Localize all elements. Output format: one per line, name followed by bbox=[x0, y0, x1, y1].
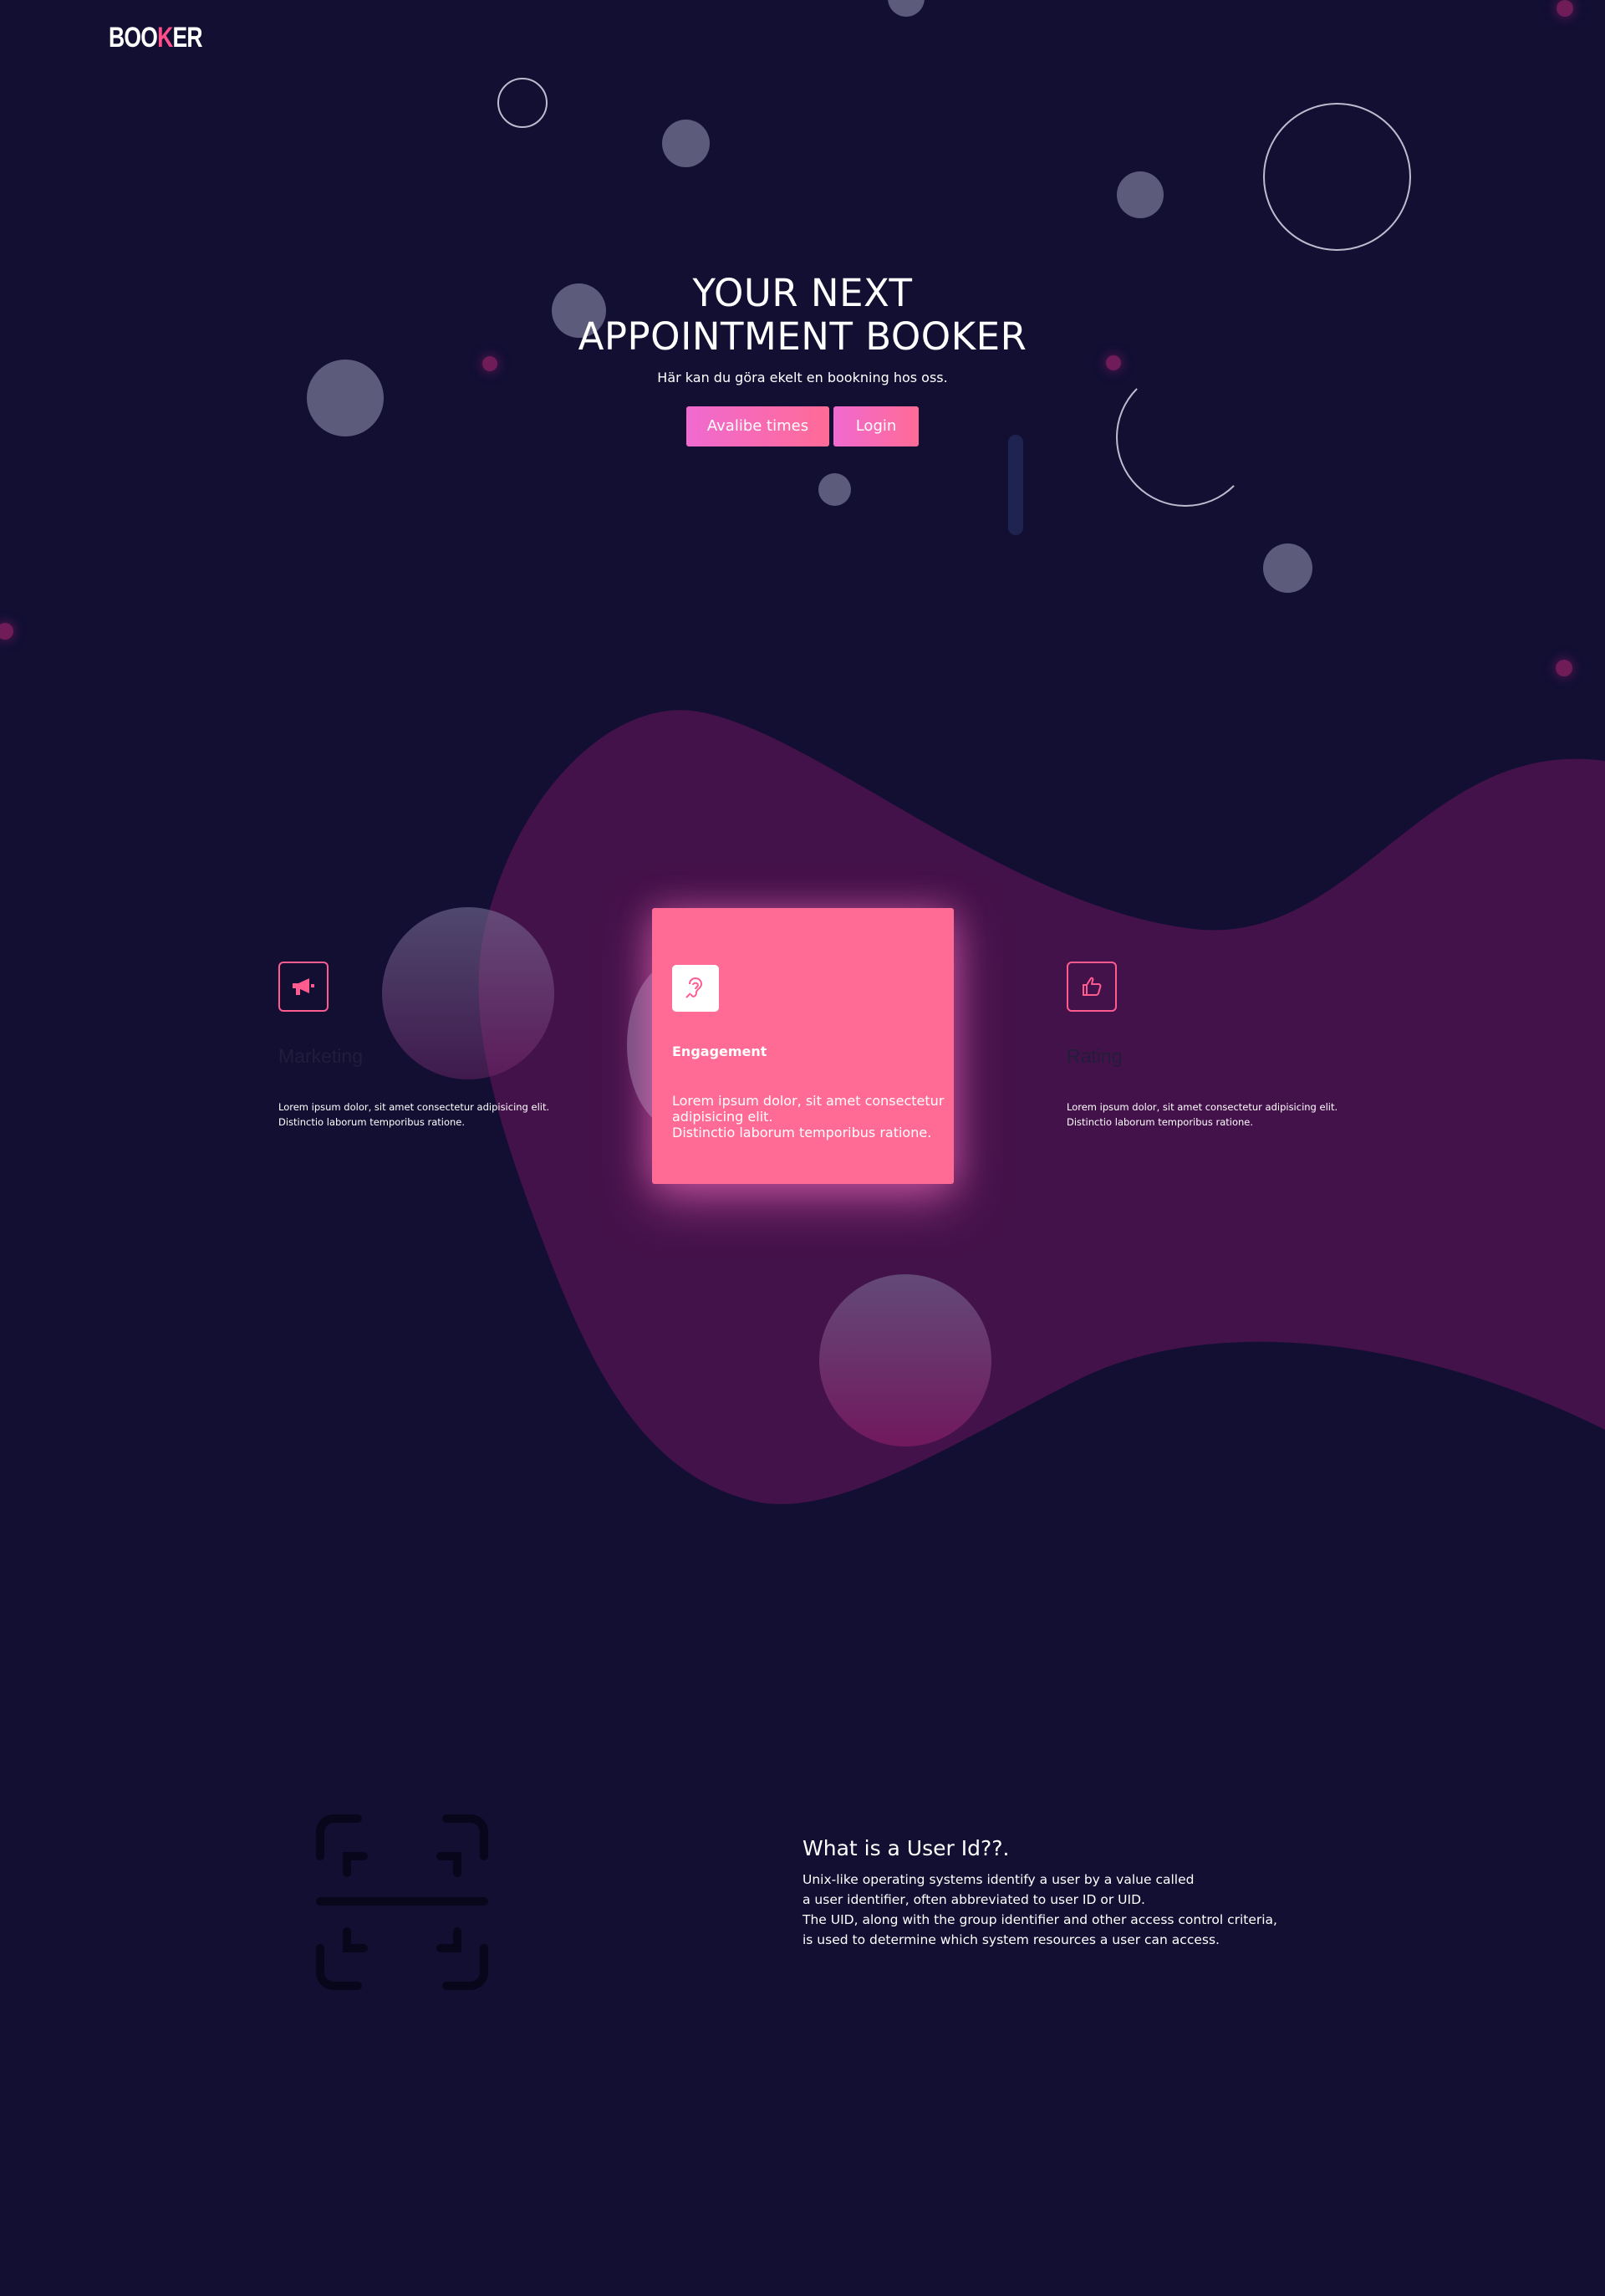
logo-suffix: ER bbox=[172, 22, 202, 54]
hero-title: YOUR NEXT APPOINTMENT BOOKER bbox=[0, 272, 1605, 359]
decor-ring bbox=[497, 78, 548, 128]
decor-dot bbox=[0, 623, 13, 640]
feature-desc-line: Lorem ipsum dolor, sit amet consectetur … bbox=[1067, 1101, 1338, 1113]
decor-dot bbox=[1556, 660, 1572, 676]
feature-desc-line: Lorem ipsum dolor, sit amet consectetur … bbox=[278, 1101, 550, 1113]
decor-bubble bbox=[888, 0, 925, 17]
hero-title-line1: YOUR NEXT bbox=[692, 271, 913, 315]
user-id-line: Unix-like operating systems identify a u… bbox=[802, 1872, 1195, 1887]
feature-desc-line: Distinctio laborum temporibus ratione. bbox=[1067, 1116, 1254, 1128]
feature-description: Lorem ipsum dolor, sit amet consectetur … bbox=[1067, 1100, 1351, 1130]
feature-card-engagement[interactable]: Engagement Lorem ipsum dolor, sit amet c… bbox=[652, 908, 954, 1184]
feature-title: Rating bbox=[1067, 1045, 1123, 1067]
feature-title: Engagement bbox=[672, 1043, 767, 1059]
available-times-button[interactable]: Avalibe times bbox=[686, 406, 829, 446]
user-id-line: is used to determine which system resour… bbox=[802, 1932, 1220, 1947]
feature-card-marketing[interactable]: Marketing Lorem ipsum dolor, sit amet co… bbox=[278, 908, 579, 1184]
decor-bubble bbox=[1263, 543, 1312, 593]
feature-title: Marketing bbox=[278, 1045, 363, 1067]
logo-accent: K bbox=[157, 22, 173, 54]
feature-description: Lorem ipsum dolor, sit amet consectetur … bbox=[672, 1093, 954, 1140]
decor-bubble bbox=[662, 120, 710, 167]
decor-ring bbox=[1263, 103, 1411, 251]
decor-dot bbox=[1557, 0, 1573, 17]
feature-description: Lorem ipsum dolor, sit amet consectetur … bbox=[278, 1100, 563, 1130]
decor-bubble bbox=[1117, 171, 1164, 218]
feature-desc-line: Distinctio laborum temporibus ratione. bbox=[672, 1125, 932, 1140]
feature-card-rating[interactable]: Rating Lorem ipsum dolor, sit amet conse… bbox=[1067, 908, 1368, 1184]
decor-bubble bbox=[818, 473, 851, 506]
user-id-description: Unix-like operating systems identify a u… bbox=[802, 1870, 1321, 1950]
hero-subtitle: Här kan du göra ekelt en bookning hos os… bbox=[657, 370, 948, 385]
decor-arc bbox=[1116, 368, 1255, 507]
user-id-line: a user identifier, often abbreviated to … bbox=[802, 1892, 1145, 1907]
feature-icon-box bbox=[278, 962, 329, 1012]
brand-logo[interactable]: BOOKER bbox=[109, 22, 203, 54]
scan-icon bbox=[316, 1814, 488, 1990]
feature-desc-line: Distinctio laborum temporibus ratione. bbox=[278, 1116, 466, 1128]
thumbs-up-icon bbox=[1083, 977, 1102, 996]
feature-desc-line: Lorem ipsum dolor, sit amet consectetur … bbox=[672, 1093, 945, 1125]
decor-bubble bbox=[819, 1274, 991, 1446]
hero-title-line2: APPOINTMENT BOOKER bbox=[578, 314, 1027, 359]
user-id-title: What is a User Id??. bbox=[802, 1836, 1010, 1860]
logo-prefix: BOO bbox=[109, 22, 158, 54]
ear-icon bbox=[685, 977, 703, 998]
feature-icon-box bbox=[1067, 962, 1117, 1012]
megaphone-icon bbox=[293, 978, 314, 995]
feature-icon-box bbox=[672, 965, 719, 1012]
decor-pill bbox=[1008, 435, 1023, 535]
login-button[interactable]: Login bbox=[833, 406, 919, 446]
user-id-line: The UID, along with the group identifier… bbox=[802, 1912, 1277, 1927]
